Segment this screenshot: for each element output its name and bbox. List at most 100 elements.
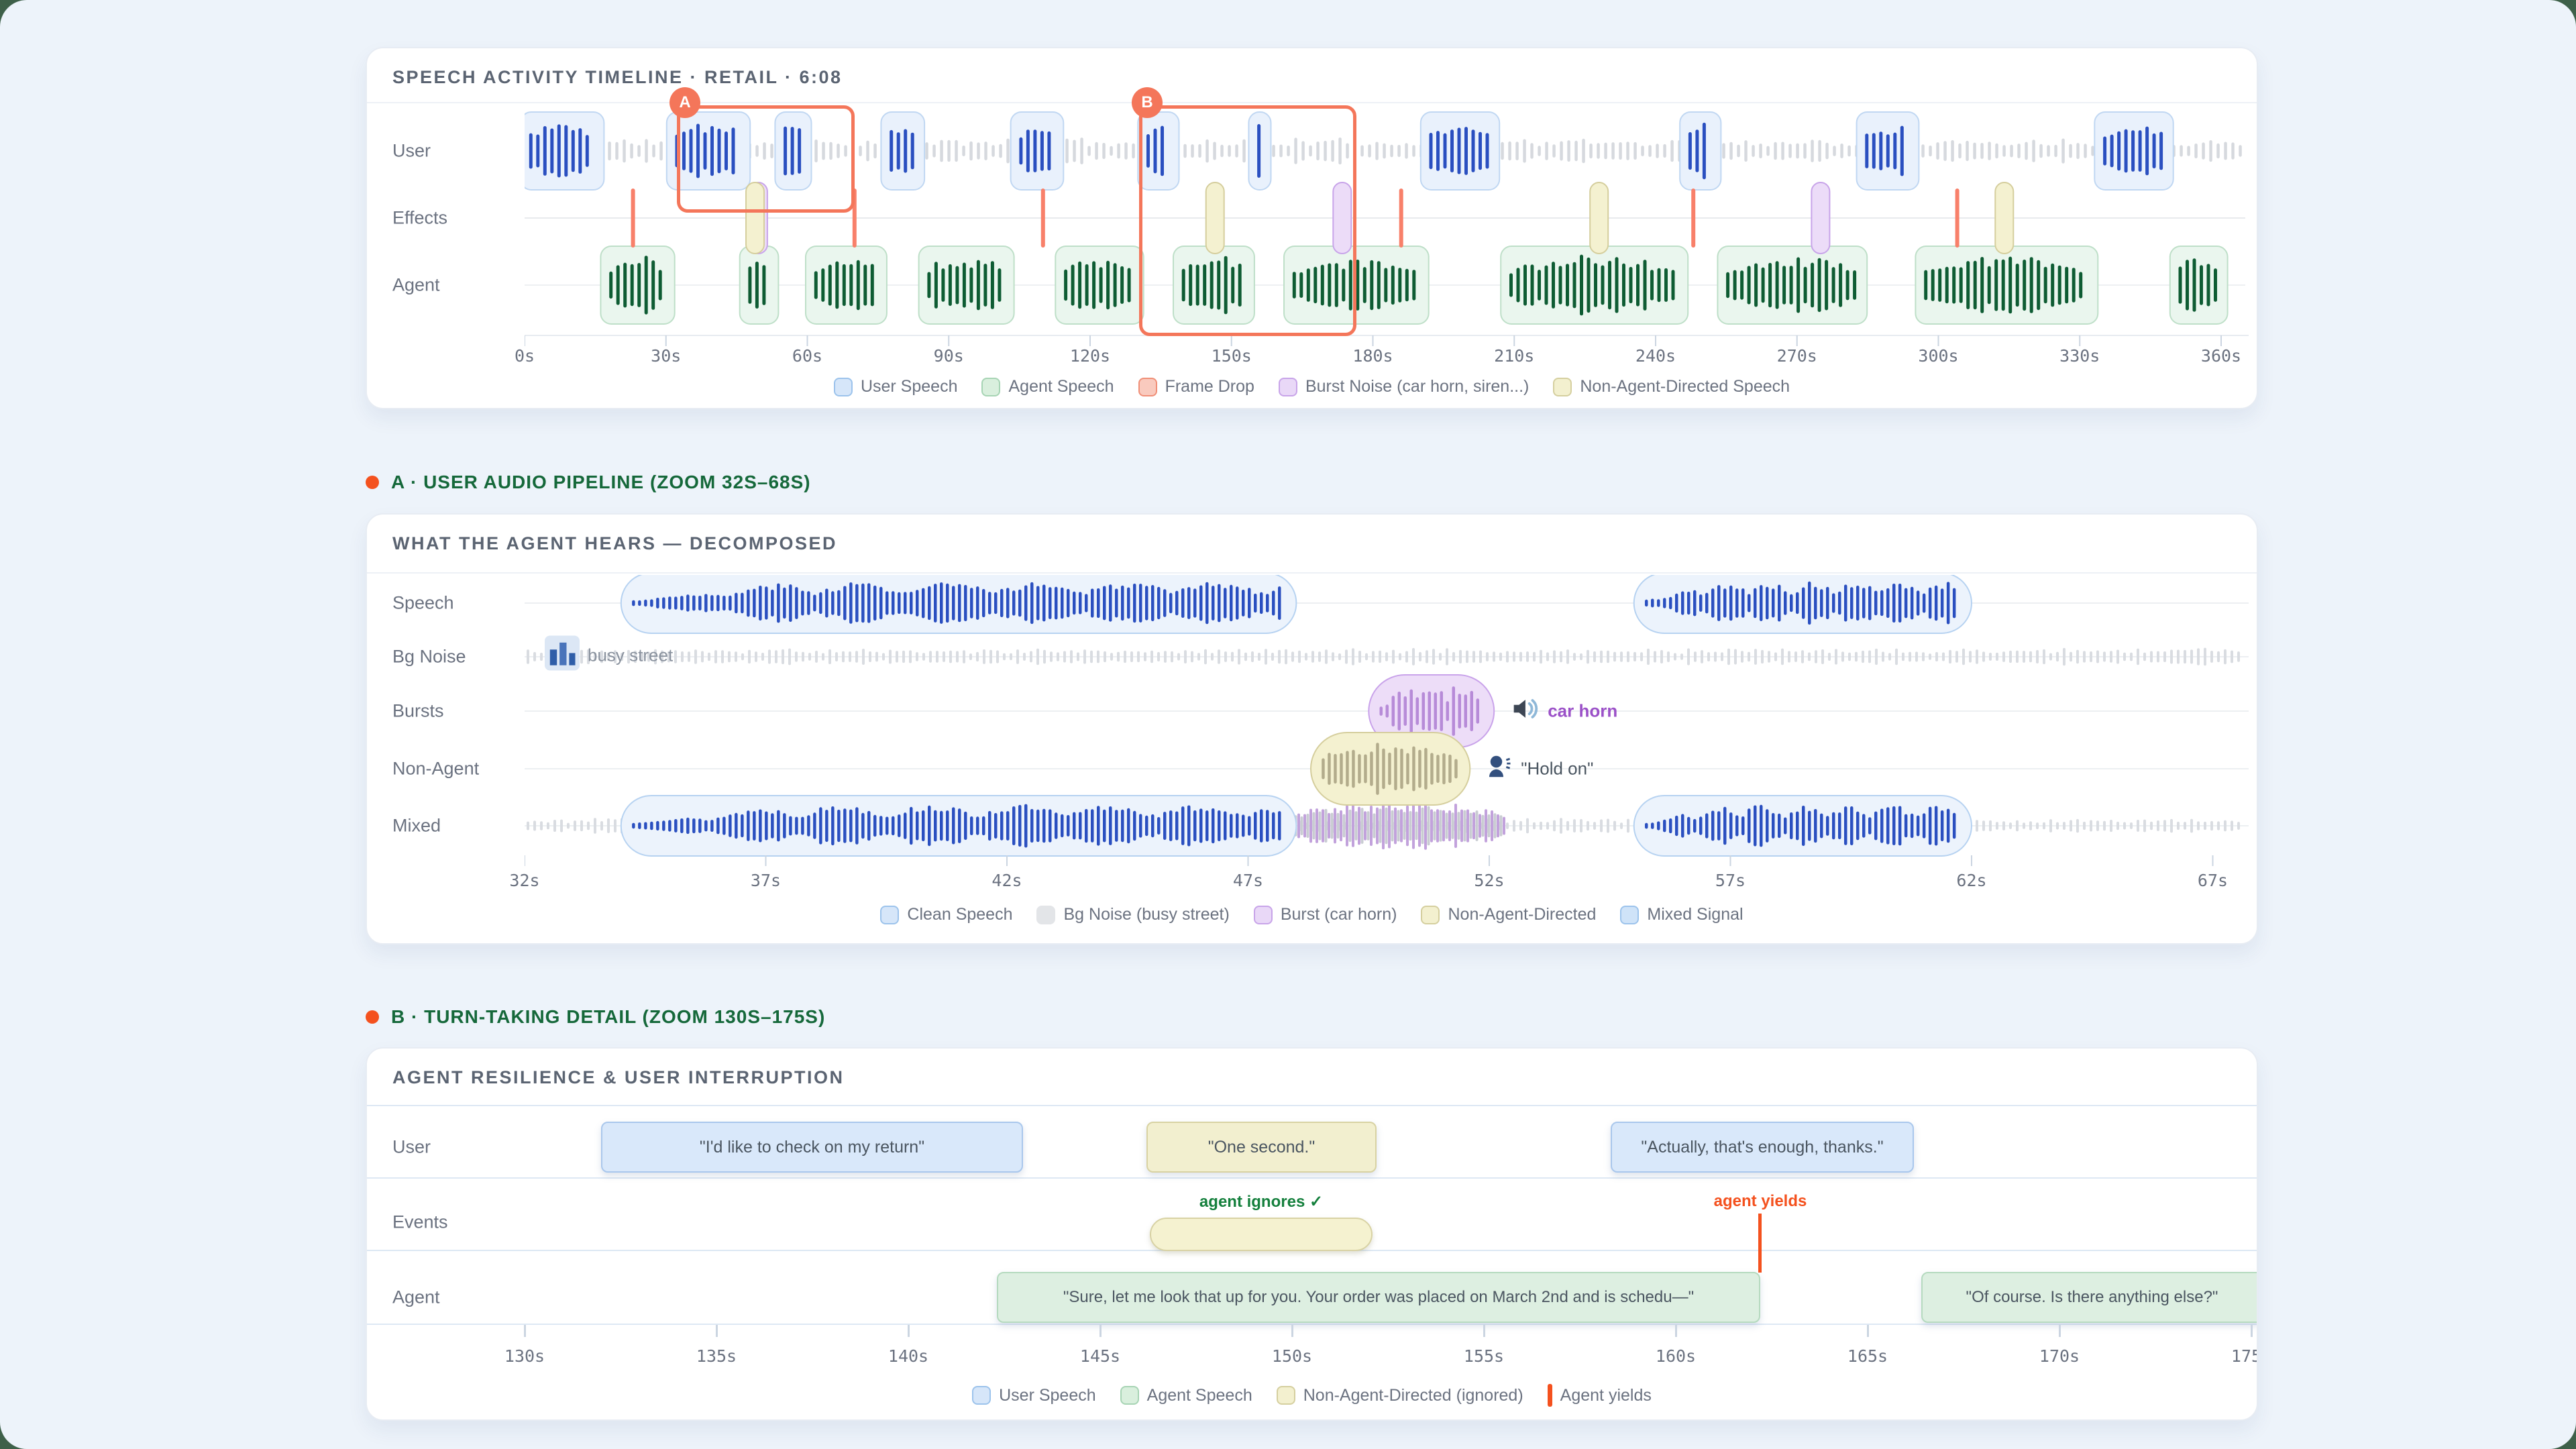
row-label-bursts: Bursts <box>392 701 444 722</box>
axis-tick-label: 155s <box>1464 1346 1504 1366</box>
dashboard-page: SPEECH ACTIVITY TIMELINE · RETAIL · 6:08… <box>0 0 2576 1449</box>
user-audio-pipeline-card: WHAT THE AGENT HEARS — DECOMPOSED Clean … <box>366 513 2258 945</box>
legend-item: Clean Speech <box>880 905 1012 924</box>
annotation-text: "Hold on" <box>1521 759 1593 780</box>
legend-label: Burst (car horn) <box>1281 905 1397 924</box>
legend-item: Agent yields <box>1548 1384 1652 1407</box>
row-label-mixed: Mixed <box>392 816 441 837</box>
legend-swatch <box>1620 906 1639 924</box>
row-divider <box>367 1177 2257 1179</box>
event-label-agent-yields: agent yields <box>1714 1192 1807 1211</box>
legend-swatch <box>1254 906 1273 924</box>
axis-tick-label: 170s <box>2039 1346 2080 1366</box>
row-label-speech: Speech <box>392 593 454 614</box>
axis-tick <box>716 1325 718 1337</box>
axis-tick-label: 270s <box>1777 346 1817 366</box>
agent-yields-marker <box>1758 1214 1762 1273</box>
axis-tick-label: 135s <box>696 1346 737 1366</box>
section-b-text: B · TURN-TAKING DETAIL (ZOOM 130S–175S) <box>391 1006 825 1028</box>
header-divider <box>367 572 2257 574</box>
agent-quote: "Sure, let me look that up for you. Your… <box>997 1272 1760 1323</box>
orange-dot-icon <box>366 476 379 489</box>
axis-tick-label: 52s <box>1474 871 1504 890</box>
legend-swatch <box>834 378 853 396</box>
pipeline-legend: Clean Speech Bg Noise (busy street) Burst … <box>367 905 2257 924</box>
legend-label: Agent yields <box>1560 1386 1652 1405</box>
axis-tick-label: 300s <box>1918 346 1958 366</box>
axis-tick-label: 175s <box>2231 1346 2258 1366</box>
axis-tick-label: 330s <box>2059 346 2100 366</box>
legend-swatch <box>880 906 899 924</box>
pipeline-plot <box>525 575 2257 883</box>
axis-tick-label: 140s <box>888 1346 928 1366</box>
axis-tick <box>908 1325 910 1337</box>
legend-item: Bg Noise (busy street) <box>1036 905 1229 924</box>
legend-swatch <box>1036 906 1055 924</box>
axis-tick-label: 240s <box>1635 346 1676 366</box>
turn-taking-legend: User Speech Agent Speech Non-Agent-Directe… <box>367 1384 2257 1407</box>
axis-tick-label: 42s <box>991 871 1022 890</box>
legend-swatch <box>1421 906 1440 924</box>
legend-item: Agent Speech <box>1120 1386 1252 1405</box>
legend-label: Agent Speech <box>1008 377 1114 396</box>
legend-swatch <box>972 1386 991 1405</box>
legend-item: Burst Noise (car horn, siren...) <box>1279 377 1529 396</box>
section-a-text: A · USER AUDIO PIPELINE (ZOOM 32S–68S) <box>391 472 811 493</box>
axis-tick-label: 145s <box>1080 1346 1120 1366</box>
axis-tick-label: 67s <box>2198 871 2228 890</box>
axis-tick-label: 47s <box>1233 871 1263 890</box>
row-label-user: User <box>392 141 431 162</box>
axis-tick-label: 165s <box>1847 1346 1888 1366</box>
axis-tick-label: 150s <box>1272 1346 1312 1366</box>
row-label-agent: Agent <box>392 275 440 296</box>
legend-item: Non-Agent-Directed Speech <box>1553 377 1790 396</box>
axis-tick-label: 160s <box>1656 1346 1696 1366</box>
card-title: AGENT RESILIENCE & USER INTERRUPTION <box>392 1067 845 1088</box>
turn-taking-card: AGENT RESILIENCE & USER INTERRUPTION Use… <box>366 1047 2258 1421</box>
axis-tick-label: 60s <box>792 346 822 366</box>
card-title: WHAT THE AGENT HEARS — DECOMPOSED <box>392 533 837 554</box>
annotation-speaking-head: "Hold on" <box>1485 753 1593 786</box>
legend-swatch <box>981 378 1000 396</box>
overview-plot <box>525 102 2257 357</box>
axis-tick-label: 0s <box>515 346 535 366</box>
axis-tick <box>2059 1325 2061 1337</box>
axis-tick-label: 120s <box>1070 346 1110 366</box>
card-title: SPEECH ACTIVITY TIMELINE · RETAIL · 6:08 <box>392 67 843 88</box>
legend-item: Non-Agent-Directed <box>1421 905 1596 924</box>
legend-label: Mixed Signal <box>1647 905 1743 924</box>
speaker-icon <box>1509 694 1540 729</box>
legend-swatch <box>1277 1386 1295 1405</box>
row-label-events: Events <box>392 1212 448 1233</box>
legend-label: Clean Speech <box>907 905 1012 924</box>
legend-item: Frame Drop <box>1138 377 1254 396</box>
annotation-text: car horn <box>1548 701 1617 722</box>
legend-item: Agent Speech <box>981 377 1114 396</box>
legend-item: Non-Agent-Directed (ignored) <box>1277 1386 1523 1405</box>
legend-label: Frame Drop <box>1165 377 1254 396</box>
legend-label: Burst Noise (car horn, siren...) <box>1305 377 1529 396</box>
legend-item: User Speech <box>834 377 958 396</box>
legend-bar-swatch <box>1548 1384 1552 1407</box>
legend-swatch <box>1553 378 1572 396</box>
overview-legend: User Speech Agent Speech Frame Drop Burst N… <box>367 377 2257 396</box>
city-icon <box>545 636 580 676</box>
agent-quote: "Of course. Is there anything else?" <box>1921 1272 2258 1323</box>
row-label-effects: Effects <box>392 208 447 229</box>
legend-item: Burst (car horn) <box>1254 905 1397 924</box>
axis-tick <box>1099 1325 1102 1337</box>
legend-item: User Speech <box>972 1386 1096 1405</box>
axis-tick-label: 57s <box>1715 871 1746 890</box>
axis-tick-label: 62s <box>1956 871 1986 890</box>
speaking-head-icon <box>1485 753 1513 786</box>
annotation-text: busy street <box>588 645 673 666</box>
legend-label: User Speech <box>999 1386 1096 1405</box>
annotation-city: busy street <box>545 636 673 676</box>
axis-tick <box>2251 1325 2253 1337</box>
speech-activity-timeline-card: SPEECH ACTIVITY TIMELINE · RETAIL · 6:08… <box>366 47 2258 409</box>
axis-tick <box>1675 1325 1677 1337</box>
axis-tick-label: 210s <box>1494 346 1534 366</box>
axis-tick <box>524 1325 526 1337</box>
axis-tick-label: 32s <box>509 871 539 890</box>
annotation-speaker: car horn <box>1509 694 1617 729</box>
